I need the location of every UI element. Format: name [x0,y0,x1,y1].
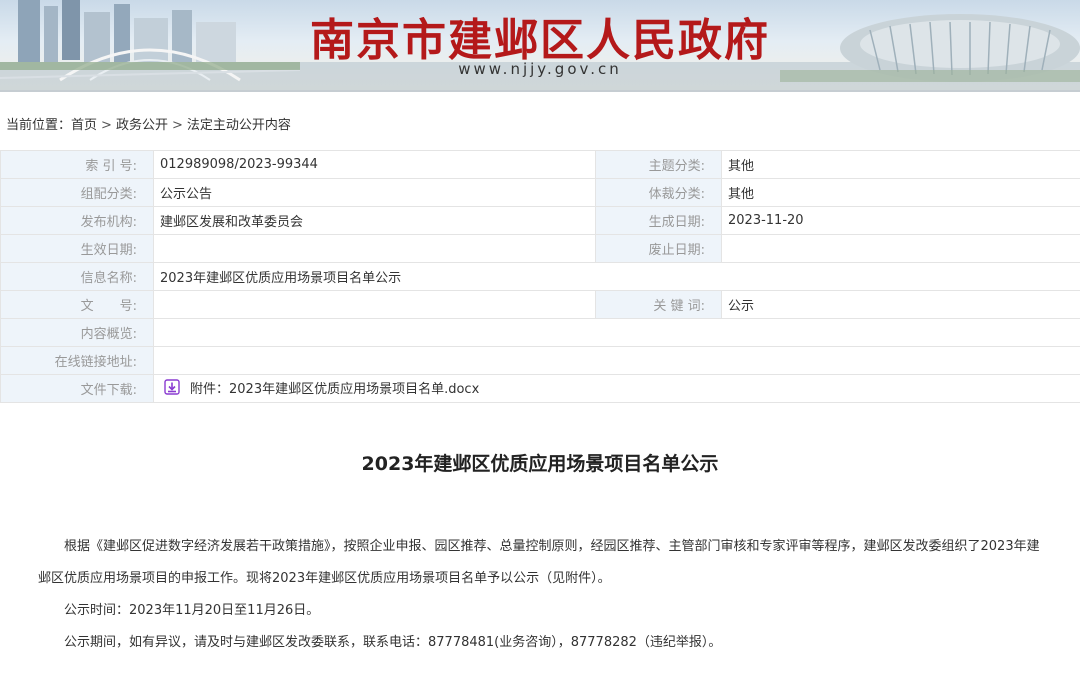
meta-row: 索 引 号: 012989098/2023-99344 主题分类: 其他 [0,150,1080,179]
topic-label: 主题分类: [595,150,722,179]
online-link-value [153,346,1080,375]
doc-no-label: 文 号: [0,290,154,319]
genre-value: 其他 [721,178,1080,207]
category-label: 组配分类: [0,178,154,207]
keywords-value: 公示 [721,290,1080,319]
abolished-date-label: 废止日期: [595,234,722,263]
article-body: 根据《建邺区促进数字经济发展若干政策措施》，按照企业申报、园区推荐、总量控制原则… [0,475,1080,659]
effective-date-label: 生效日期: [0,234,154,263]
article-paragraph: 公示时间：2023年11月20日至11月26日。 [64,603,320,618]
site-domain: www.njjy.gov.cn [458,60,622,78]
meta-row: 组配分类: 公示公告 体裁分类: 其他 [0,178,1080,207]
article-paragraph: 公示期间，如有异议，请及时与建邺区发改委联系，联系电话：87778481(业务咨… [64,635,722,650]
article-title: 2023年建邺区优质应用场景项目名单公示 [361,453,719,475]
info-name-value: 2023年建邺区优质应用场景项目名单公示 [153,262,1080,291]
category-value: 公示公告 [153,178,596,207]
meta-row: 生效日期: 废止日期: [0,234,1080,263]
index-no-label: 索 引 号: [0,150,154,179]
breadcrumb-separator: > [101,118,112,133]
meta-row: 信息名称: 2023年建邺区优质应用场景项目名单公示 [0,262,1080,291]
download-icon[interactable] [164,379,180,395]
keywords-label: 关 键 词: [595,290,722,319]
publisher-label: 发布机构: [0,206,154,235]
breadcrumb-gov-affairs-link[interactable]: 政务公开 [116,118,168,133]
created-date-label: 生成日期: [595,206,722,235]
summary-label: 内容概览: [0,318,154,347]
breadcrumb-prefix: 当前位置： [6,118,72,133]
attachment-file-name[interactable]: 附件：2023年建邺区优质应用场景项目名单.docx [190,378,479,397]
site-header-banner: 南京市建邺区人民政府 www.njjy.gov.cn [0,0,1080,92]
summary-value [153,318,1080,347]
info-name-label: 信息名称: [0,262,154,291]
meta-row: 内容概览: [0,318,1080,347]
meta-row: 文 号: 关 键 词: 公示 [0,290,1080,319]
download-cell: 附件：2023年建邺区优质应用场景项目名单.docx [153,374,1080,403]
breadcrumb-separator: > [171,118,183,133]
meta-row: 在线链接地址: [0,346,1080,375]
index-no-value: 012989098/2023-99344 [153,150,596,179]
abolished-date-value [721,234,1080,263]
doc-no-value [153,290,596,319]
breadcrumb-current-link[interactable]: 法定主动公开内容 [187,118,291,133]
site-title: 南京市建邺区人民政府 [310,15,770,66]
download-label: 文件下载: [0,374,154,403]
attachment-download-link[interactable]: 附件：2023年建邺区优质应用场景项目名单.docx [160,378,479,397]
meta-row: 发布机构: 建邺区发展和改革委员会 生成日期: 2023-11-20 [0,206,1080,235]
publisher-value: 建邺区发展和改革委员会 [153,206,596,235]
meta-row: 文件下载: 附件：2023年建邺区优质应用场景项目名单.docx [0,374,1080,403]
article-paragraph: 根据《建邺区促进数字经济发展若干政策措施》，按照企业申报、园区推荐、总量控制原则… [38,539,1040,586]
topic-value: 其他 [721,150,1080,179]
breadcrumb-home-link[interactable]: 首页 [71,118,97,133]
effective-date-value [153,234,596,263]
created-date-value: 2023-11-20 [721,206,1080,235]
breadcrumb: 当前位置：首页 > 政务公开 > 法定主动公开内容 [0,92,1080,156]
genre-label: 体裁分类: [595,178,722,207]
info-metadata-table: 索 引 号: 012989098/2023-99344 主题分类: 其他 组配分… [0,150,1080,403]
online-link-label: 在线链接地址: [0,346,154,375]
